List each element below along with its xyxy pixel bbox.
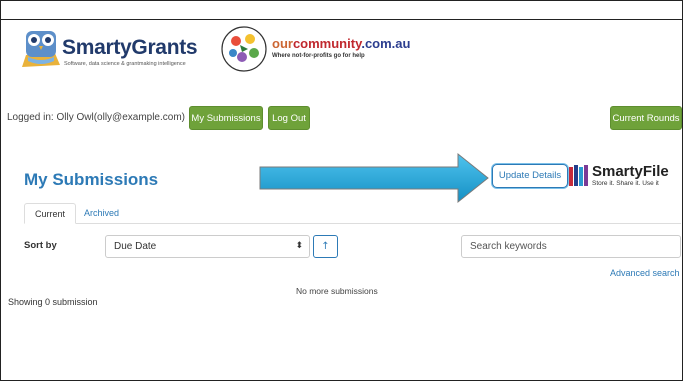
select-caret-icon: ⬍: [295, 241, 303, 251]
owl-icon: [22, 31, 60, 67]
smartygrants-logo[interactable]: SmartyGrants Software, data science & gr…: [20, 27, 198, 77]
my-submissions-button[interactable]: My Submissions: [189, 106, 263, 130]
no-more-submissions-text: No more submissions: [296, 286, 378, 296]
sort-select[interactable]: Due Date ⬍: [105, 235, 310, 258]
hands-circle-icon: [221, 26, 267, 72]
logged-in-text: Logged in: Olly Owl(olly@example.com): [7, 112, 185, 123]
ourcommunity-name-part1: our: [272, 36, 293, 51]
smartyfile-tagline: Store it. Share it. Use it: [592, 180, 659, 187]
ourcommunity-logo[interactable]: ourcommunity.com.au Where not-for-profit…: [220, 25, 420, 75]
current-rounds-button[interactable]: Current Rounds: [610, 106, 682, 130]
tab-archived[interactable]: Archived: [74, 203, 129, 224]
log-out-button[interactable]: Log Out: [268, 106, 310, 130]
smartygrants-tagline: Software, data science & grantmaking int…: [64, 61, 186, 67]
tab-current[interactable]: Current: [24, 203, 77, 224]
ourcommunity-tagline: Where not-for-profits go for help: [272, 53, 365, 59]
submission-tabs: Current Archived: [24, 203, 681, 224]
sort-by-label: Sort by: [24, 240, 57, 251]
smartyfile-icon: [569, 165, 588, 186]
page-title: My Submissions: [24, 170, 159, 189]
smartyfile-name: SmartyFile: [592, 163, 669, 180]
ourcommunity-name: ourcommunity.com.au: [272, 36, 410, 51]
annotation-arrow-icon: [259, 152, 489, 204]
ourcommunity-name-part3: .com.au: [361, 36, 411, 51]
top-divider: [0, 19, 683, 20]
sort-selected-value: Due Date: [114, 241, 157, 252]
search-input[interactable]: [461, 235, 681, 258]
showing-count-text: Showing 0 submission: [8, 297, 98, 307]
advanced-search-link[interactable]: Advanced search: [610, 268, 680, 278]
smartygrants-name: SmartyGrants: [62, 36, 198, 59]
update-details-button[interactable]: Update Details: [492, 164, 568, 188]
ourcommunity-name-part2: community: [292, 36, 362, 51]
sort-direction-button[interactable]: ↑: [313, 235, 338, 258]
smartyfile-logo[interactable]: SmartyFile Store it. Share it. Use it: [568, 163, 683, 191]
